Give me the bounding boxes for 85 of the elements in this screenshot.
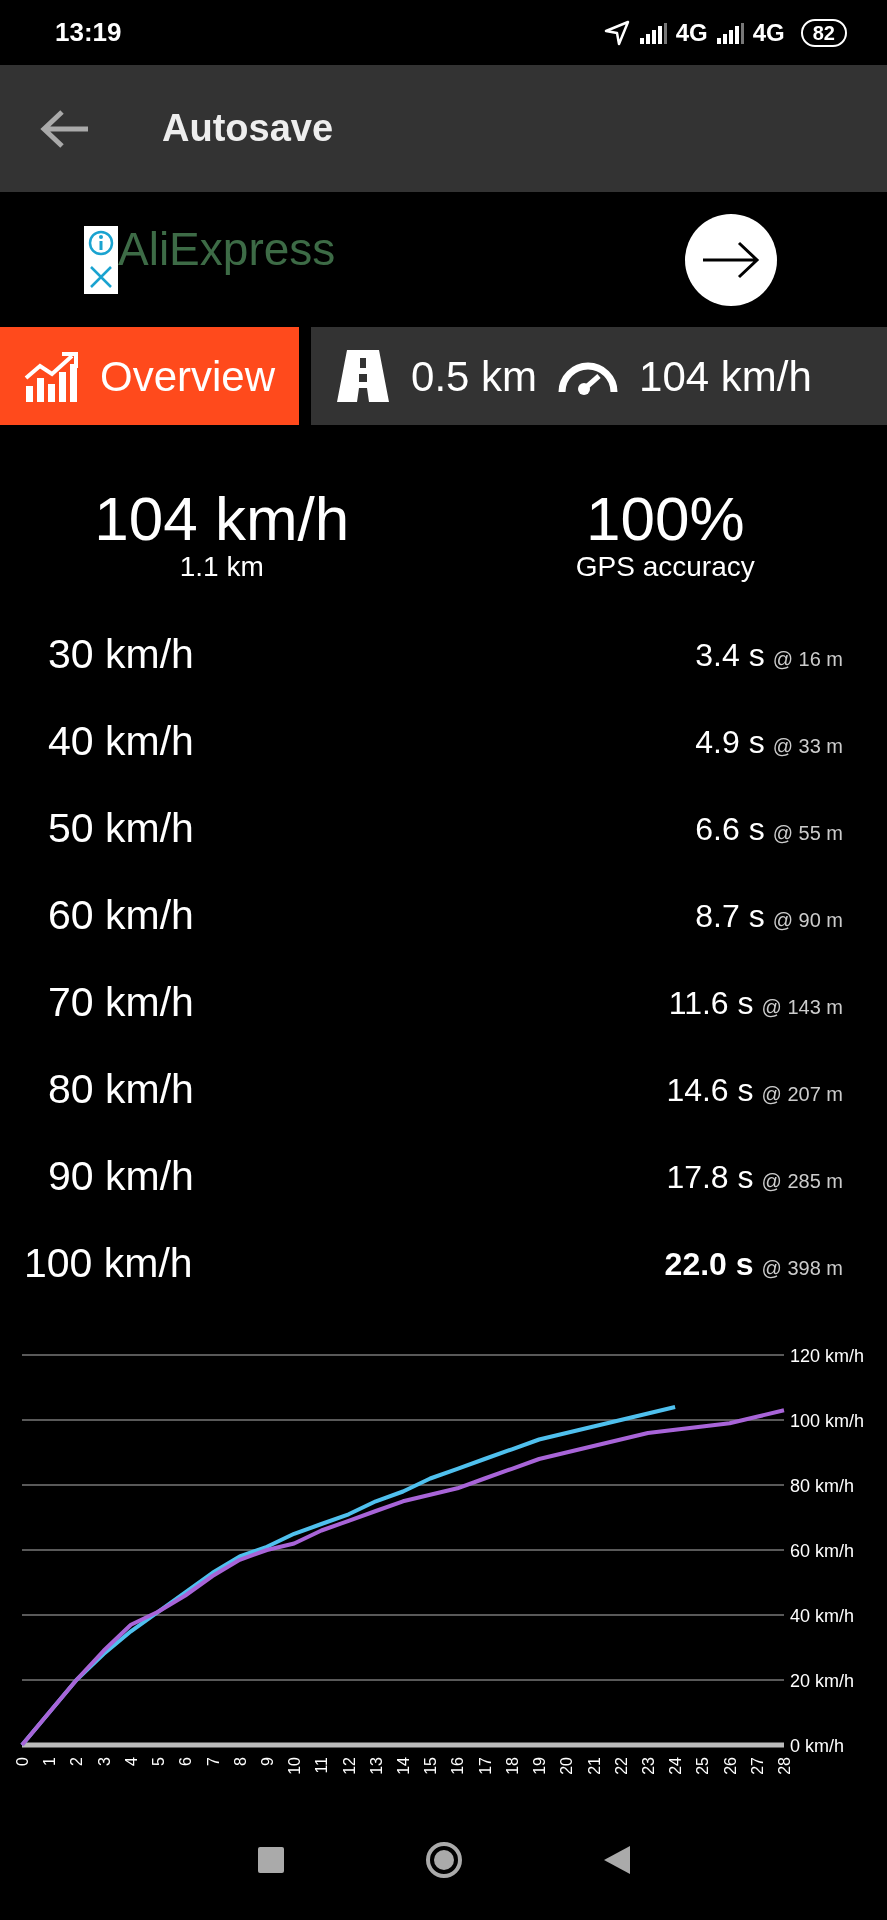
ad-brand[interactable]: AliExpress xyxy=(118,215,336,284)
signal-icon xyxy=(638,21,668,44)
split-distance: @ 90 m xyxy=(772,907,843,933)
split-distance: @ 143 m xyxy=(761,994,843,1020)
axis-label: 25 xyxy=(694,1757,712,1775)
axis-label: 5 xyxy=(150,1757,168,1766)
axis-label: 2 xyxy=(68,1757,86,1766)
speed-label: 70 km/h xyxy=(48,977,194,1027)
chart-trend-icon xyxy=(24,350,80,402)
axis-label: 9 xyxy=(258,1757,276,1766)
split-time: 14.6 s xyxy=(666,1070,754,1110)
split-time: 11.6 s xyxy=(668,983,754,1023)
axis-label: 26 xyxy=(721,1757,739,1775)
axis-label: 19 xyxy=(531,1757,549,1775)
axis-label: 10 xyxy=(286,1757,304,1775)
axis-label: 12 xyxy=(340,1757,358,1775)
recents-button[interactable] xyxy=(257,1847,284,1873)
axis-label: 40 km/h xyxy=(790,1606,855,1626)
network-label: 4G xyxy=(675,17,708,48)
split-time: 4.9 s xyxy=(695,722,765,762)
axis-label: 8 xyxy=(231,1757,249,1766)
axis-label: 17 xyxy=(476,1757,494,1775)
back-icon[interactable] xyxy=(38,108,90,149)
split-distance: @ 33 m xyxy=(772,733,843,759)
speed-label: 40 km/h xyxy=(48,716,194,766)
speed-label: 50 km/h xyxy=(48,803,194,853)
split-time: 22.0 s xyxy=(664,1244,754,1284)
split-time: 6.6 s xyxy=(695,809,765,849)
axis-label: 3 xyxy=(95,1757,113,1766)
axis-label: 60 km/h xyxy=(790,1541,855,1561)
axis-label: 24 xyxy=(667,1757,685,1775)
axis-label: 1 xyxy=(41,1757,59,1766)
axis-label: 18 xyxy=(503,1757,521,1775)
split-distance: @ 398 m xyxy=(761,1255,843,1281)
split-time: 8.7 s xyxy=(695,896,765,936)
split-distance: @ 55 m xyxy=(772,820,843,846)
split-distance: @ 207 m xyxy=(761,1081,843,1107)
axis-label: 80 km/h xyxy=(790,1476,855,1496)
axis-label: 14 xyxy=(395,1757,412,1775)
location-icon xyxy=(602,18,631,47)
axis-label: 21 xyxy=(585,1757,603,1775)
axis-label: 23 xyxy=(639,1757,657,1775)
axis-label: 20 km/h xyxy=(790,1671,855,1691)
back-button[interactable] xyxy=(603,1846,630,1874)
axis-label: 11 xyxy=(313,1757,331,1774)
speed-label: 80 km/h xyxy=(48,1064,194,1114)
clock: 13:19 xyxy=(55,16,122,49)
axis-label: 100 km/h xyxy=(790,1411,865,1431)
arrow-icon xyxy=(701,239,761,280)
road-icon xyxy=(335,348,392,404)
speed-label: 60 km/h xyxy=(48,890,194,940)
split-distance: @ 285 m xyxy=(761,1168,843,1194)
axis-label: 20 xyxy=(558,1757,576,1775)
axis-label: 27 xyxy=(748,1757,766,1775)
axis-label: 4 xyxy=(122,1757,140,1766)
stat-value: 104 km/h xyxy=(93,487,351,551)
axis-label: 6 xyxy=(177,1757,195,1766)
speed-label: 30 km/h xyxy=(48,629,194,679)
stat-label: GPS accuracy xyxy=(574,551,756,583)
stat-label: 1.1 km xyxy=(178,551,265,583)
network-label: 4G xyxy=(752,17,785,48)
axis-label: 16 xyxy=(449,1757,467,1775)
axis-label: 15 xyxy=(422,1757,440,1775)
axis-label: 0 xyxy=(14,1757,31,1766)
split-time: 3.4 s xyxy=(695,635,765,675)
axis-label: 7 xyxy=(204,1757,222,1766)
signal-icon xyxy=(715,21,745,44)
ad-info-icon xyxy=(84,225,118,294)
speed-label: 90 km/h xyxy=(48,1151,194,1201)
axis-label: 13 xyxy=(367,1757,385,1775)
axis-label: 28 xyxy=(776,1757,793,1775)
axis-label: 22 xyxy=(612,1757,630,1775)
tab[interactable]: Overview xyxy=(0,327,300,425)
axis-label: 0 km/h xyxy=(790,1736,845,1756)
split-distance: @ 16 m xyxy=(772,646,843,672)
home-button[interactable] xyxy=(423,1840,464,1880)
split-time: 17.8 s xyxy=(666,1157,754,1197)
distance-value: 0.5 km xyxy=(411,351,538,402)
tab[interactable]: 0.5 km 104 km/h xyxy=(311,327,887,425)
axis-label: 120 km/h xyxy=(790,1346,865,1366)
screen-title: Autosave xyxy=(162,106,334,151)
battery-level: 82 xyxy=(800,18,847,47)
speed-value: 104 km/h xyxy=(639,351,812,402)
stat-value: 100% xyxy=(584,487,746,551)
speed-label: 100 km/h xyxy=(24,1238,193,1288)
